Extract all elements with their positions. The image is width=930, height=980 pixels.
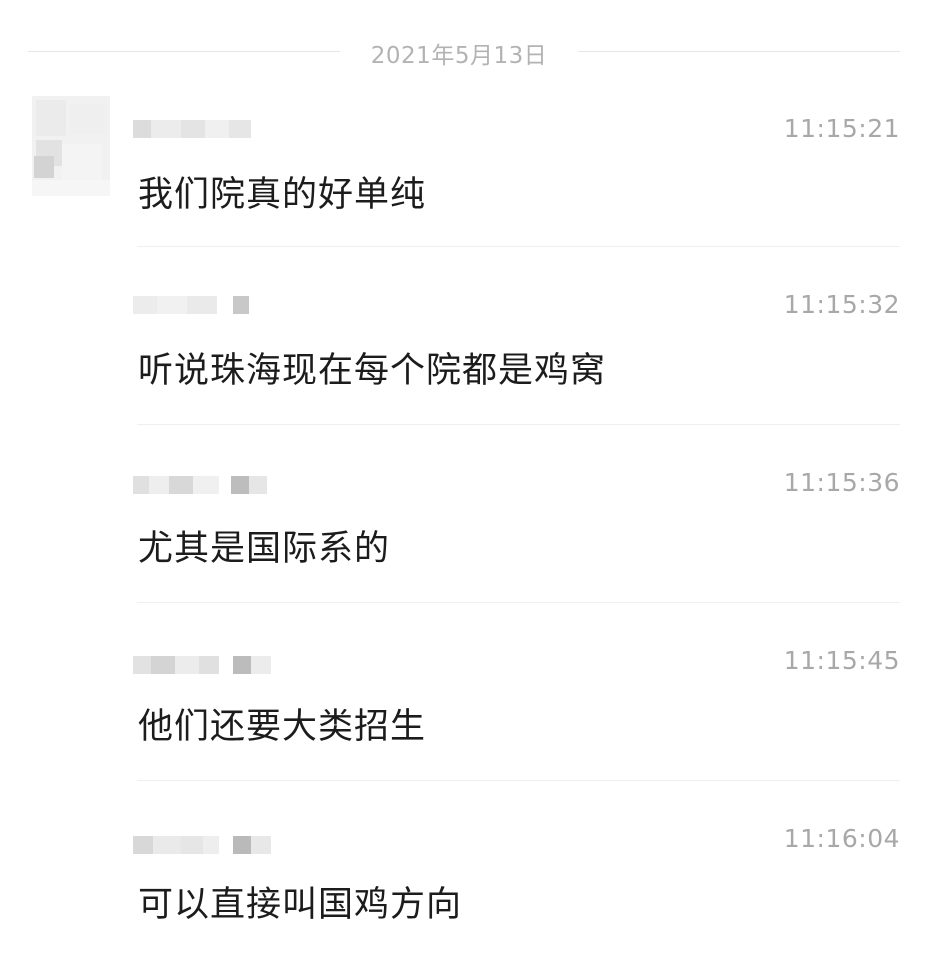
message-timestamp: 11:16:04 [783, 824, 900, 853]
sender-name-blurred [133, 474, 283, 496]
message-text[interactable]: 他们还要大类招生 [138, 698, 426, 749]
date-separator-line-left [28, 51, 340, 52]
chat-message: 11:15:45 他们还要大类招生 [0, 602, 930, 780]
chat-message: 11:16:04 可以直接叫国鸡方向 [0, 780, 930, 958]
message-text[interactable]: 可以直接叫国鸡方向 [138, 876, 462, 927]
message-timestamp: 11:15:36 [783, 468, 900, 497]
message-divider [137, 780, 900, 781]
chat-message: 11:15:36 尤其是国际系的 [0, 424, 930, 602]
chat-message: 11:15:21 我们院真的好单纯 [0, 70, 930, 248]
message-divider [137, 246, 900, 247]
message-timestamp: 11:15:21 [783, 114, 900, 143]
date-separator-label: 2021年5月13日 [370, 43, 548, 69]
message-timestamp: 11:15:32 [783, 290, 900, 319]
message-text[interactable]: 听说珠海现在每个院都是鸡窝 [138, 342, 606, 393]
message-text[interactable]: 尤其是国际系的 [138, 520, 390, 571]
message-divider [137, 424, 900, 425]
message-divider [137, 602, 900, 603]
sender-name-blurred [133, 654, 283, 676]
date-separator: 2021年5月13日 [0, 30, 930, 74]
sender-name-blurred [133, 294, 283, 316]
chat-message: 11:15:32 听说珠海现在每个院都是鸡窝 [0, 246, 930, 424]
message-timestamp: 11:15:45 [783, 646, 900, 675]
sender-name-blurred [133, 118, 283, 140]
date-separator-line-right [578, 51, 900, 52]
sender-name-blurred [133, 834, 283, 856]
message-text[interactable]: 我们院真的好单纯 [138, 166, 426, 217]
